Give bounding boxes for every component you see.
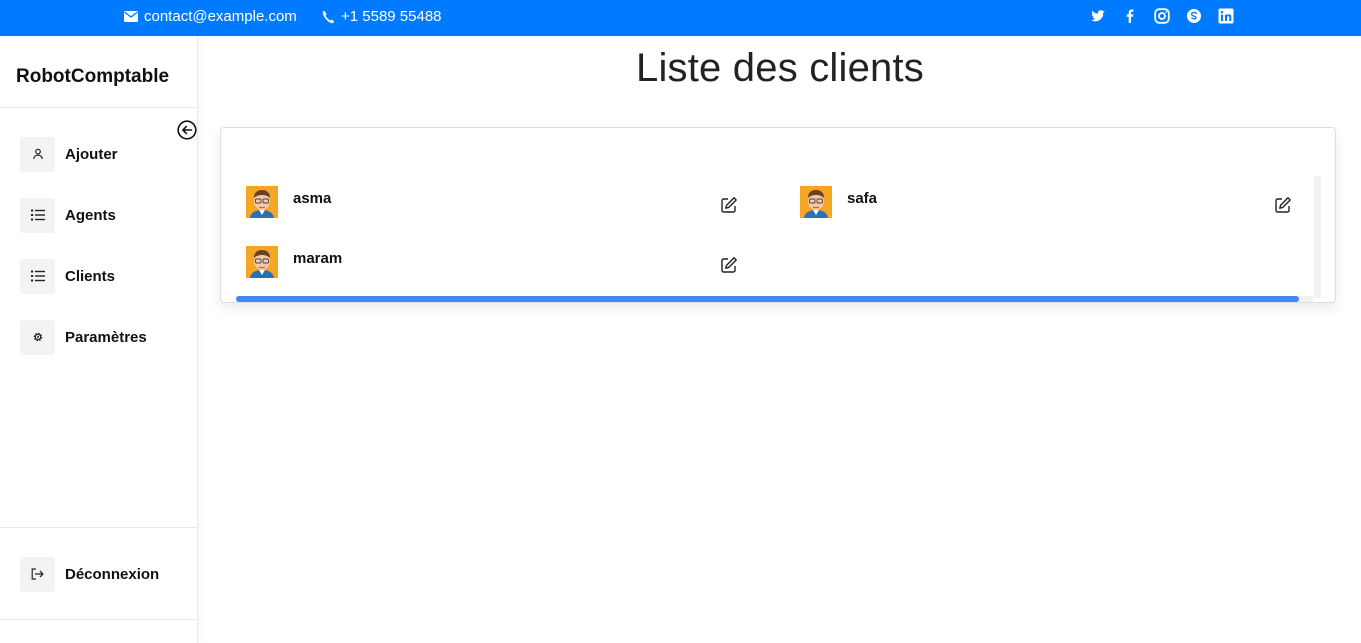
- client-name: safa: [847, 190, 878, 207]
- gear-icon: [20, 319, 55, 355]
- contact-email[interactable]: contact@example.com: [124, 8, 297, 25]
- edit-icon[interactable]: [720, 196, 738, 214]
- sidebar: RobotComptable Ajouter Agents Clients Pa…: [0, 36, 198, 643]
- client-item[interactable]: asma: [246, 186, 756, 226]
- client-item[interactable]: maram: [246, 246, 756, 286]
- skype-icon[interactable]: [1186, 8, 1202, 24]
- avatar: [246, 186, 278, 218]
- instagram-icon[interactable]: [1154, 8, 1170, 24]
- avatar: [800, 186, 832, 218]
- client-item[interactable]: safa: [800, 186, 1310, 226]
- avatar: [246, 246, 278, 278]
- envelope-icon: [124, 11, 138, 22]
- phone-icon: [322, 10, 335, 24]
- divider: [0, 107, 198, 108]
- vertical-scrollbar[interactable]: [1314, 176, 1321, 298]
- sidebar-item-parametres[interactable]: Paramètres: [20, 319, 190, 355]
- contact-phone[interactable]: +1 5589 55488: [322, 8, 442, 25]
- contact-phone-text: +1 5589 55488: [341, 8, 442, 25]
- logout-icon: [20, 556, 55, 592]
- facebook-icon[interactable]: [1122, 8, 1138, 24]
- clients-card: asma safa maram: [220, 127, 1336, 303]
- page-title: Liste des clients: [636, 46, 924, 90]
- social-links: [1090, 8, 1234, 24]
- sidebar-item-label: Clients: [65, 267, 116, 285]
- logout-label: Déconnexion: [65, 565, 160, 583]
- divider: [0, 527, 198, 528]
- sidebar-item-clients[interactable]: Clients: [20, 258, 190, 294]
- brand-title[interactable]: RobotComptable: [16, 66, 169, 88]
- client-name: maram: [293, 250, 343, 267]
- client-name: asma: [293, 190, 332, 207]
- twitter-icon[interactable]: [1090, 8, 1106, 24]
- divider: [0, 619, 198, 620]
- edit-icon[interactable]: [1274, 196, 1292, 214]
- horizontal-scrollbar-thumb[interactable]: [236, 296, 1299, 302]
- contact-email-text: contact@example.com: [144, 8, 297, 25]
- sidebar-item-agents[interactable]: Agents: [20, 197, 190, 233]
- user-icon: [20, 136, 55, 172]
- linkedin-icon[interactable]: [1218, 8, 1234, 24]
- sidebar-item-label: Paramètres: [65, 328, 147, 346]
- edit-icon[interactable]: [720, 256, 738, 274]
- top-bar: contact@example.com +1 5589 55488: [0, 0, 1361, 36]
- logout-button[interactable]: Déconnexion: [20, 556, 190, 592]
- list-icon: [20, 197, 55, 233]
- sidebar-item-label: Agents: [65, 206, 116, 224]
- sidebar-item-ajouter[interactable]: Ajouter: [20, 136, 190, 172]
- list-icon: [20, 258, 55, 294]
- sidebar-item-label: Ajouter: [65, 145, 118, 163]
